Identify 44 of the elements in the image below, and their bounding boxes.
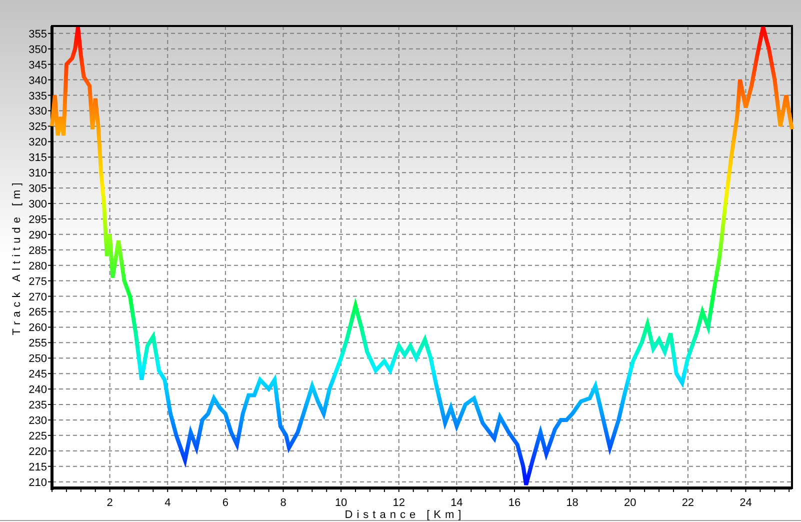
y-tick-label: 245 <box>28 368 47 381</box>
y-tick-label: 275 <box>28 276 47 288</box>
x-tick-label: 16 <box>508 497 521 509</box>
x-tick-label: 22 <box>682 497 694 509</box>
y-tick-label: 270 <box>28 291 47 304</box>
y-tick-label: 265 <box>28 306 47 319</box>
y-tick-label: 230 <box>28 414 47 427</box>
y-tick-label: 350 <box>28 44 47 56</box>
y-tick-label: 220 <box>28 446 47 458</box>
y-tick-label: 330 <box>28 106 47 118</box>
y-tick-label: 250 <box>28 353 47 366</box>
y-tick-label: 315 <box>28 152 47 164</box>
y-tick-label: 310 <box>28 168 47 180</box>
y-tick-label: 215 <box>28 461 47 474</box>
x-axis-title: Distance [Km] <box>344 509 466 521</box>
y-tick-label: 260 <box>28 322 47 334</box>
y-tick-label: 340 <box>28 74 47 87</box>
y-tick-label: 280 <box>28 260 47 272</box>
x-tick-label: 8 <box>280 497 286 509</box>
y-tick-label: 305 <box>28 183 47 196</box>
y-tick-label: 355 <box>28 28 47 40</box>
x-tick-label: 2 <box>106 497 113 509</box>
y-tick-label: 225 <box>28 430 47 442</box>
y-tick-label: 210 <box>28 476 47 489</box>
y-tick-label: 235 <box>28 400 47 412</box>
x-tick-label: 6 <box>222 497 228 509</box>
y-tick-label: 285 <box>28 244 47 257</box>
y-tick-label: 255 <box>28 338 47 350</box>
x-tick-label: 10 <box>334 497 348 509</box>
y-tick-label: 335 <box>28 90 47 102</box>
x-tick-label: 20 <box>624 497 636 509</box>
x-tick-label: 4 <box>164 497 171 509</box>
y-tick-label: 290 <box>28 229 47 242</box>
y-axis-title: Track Altitude [m] <box>11 178 23 336</box>
y-tick-label: 300 <box>28 198 47 210</box>
x-tick-label: 24 <box>740 497 752 509</box>
y-tick-label: 295 <box>28 214 47 226</box>
y-tick-label: 345 <box>28 59 47 72</box>
x-tick-label: 14 <box>450 497 463 509</box>
x-tick-label: 18 <box>566 497 578 509</box>
y-tick-label: 320 <box>28 136 47 149</box>
x-tick-label: 12 <box>392 497 405 509</box>
y-tick-label: 240 <box>28 384 47 396</box>
y-tick-label: 325 <box>28 121 47 134</box>
